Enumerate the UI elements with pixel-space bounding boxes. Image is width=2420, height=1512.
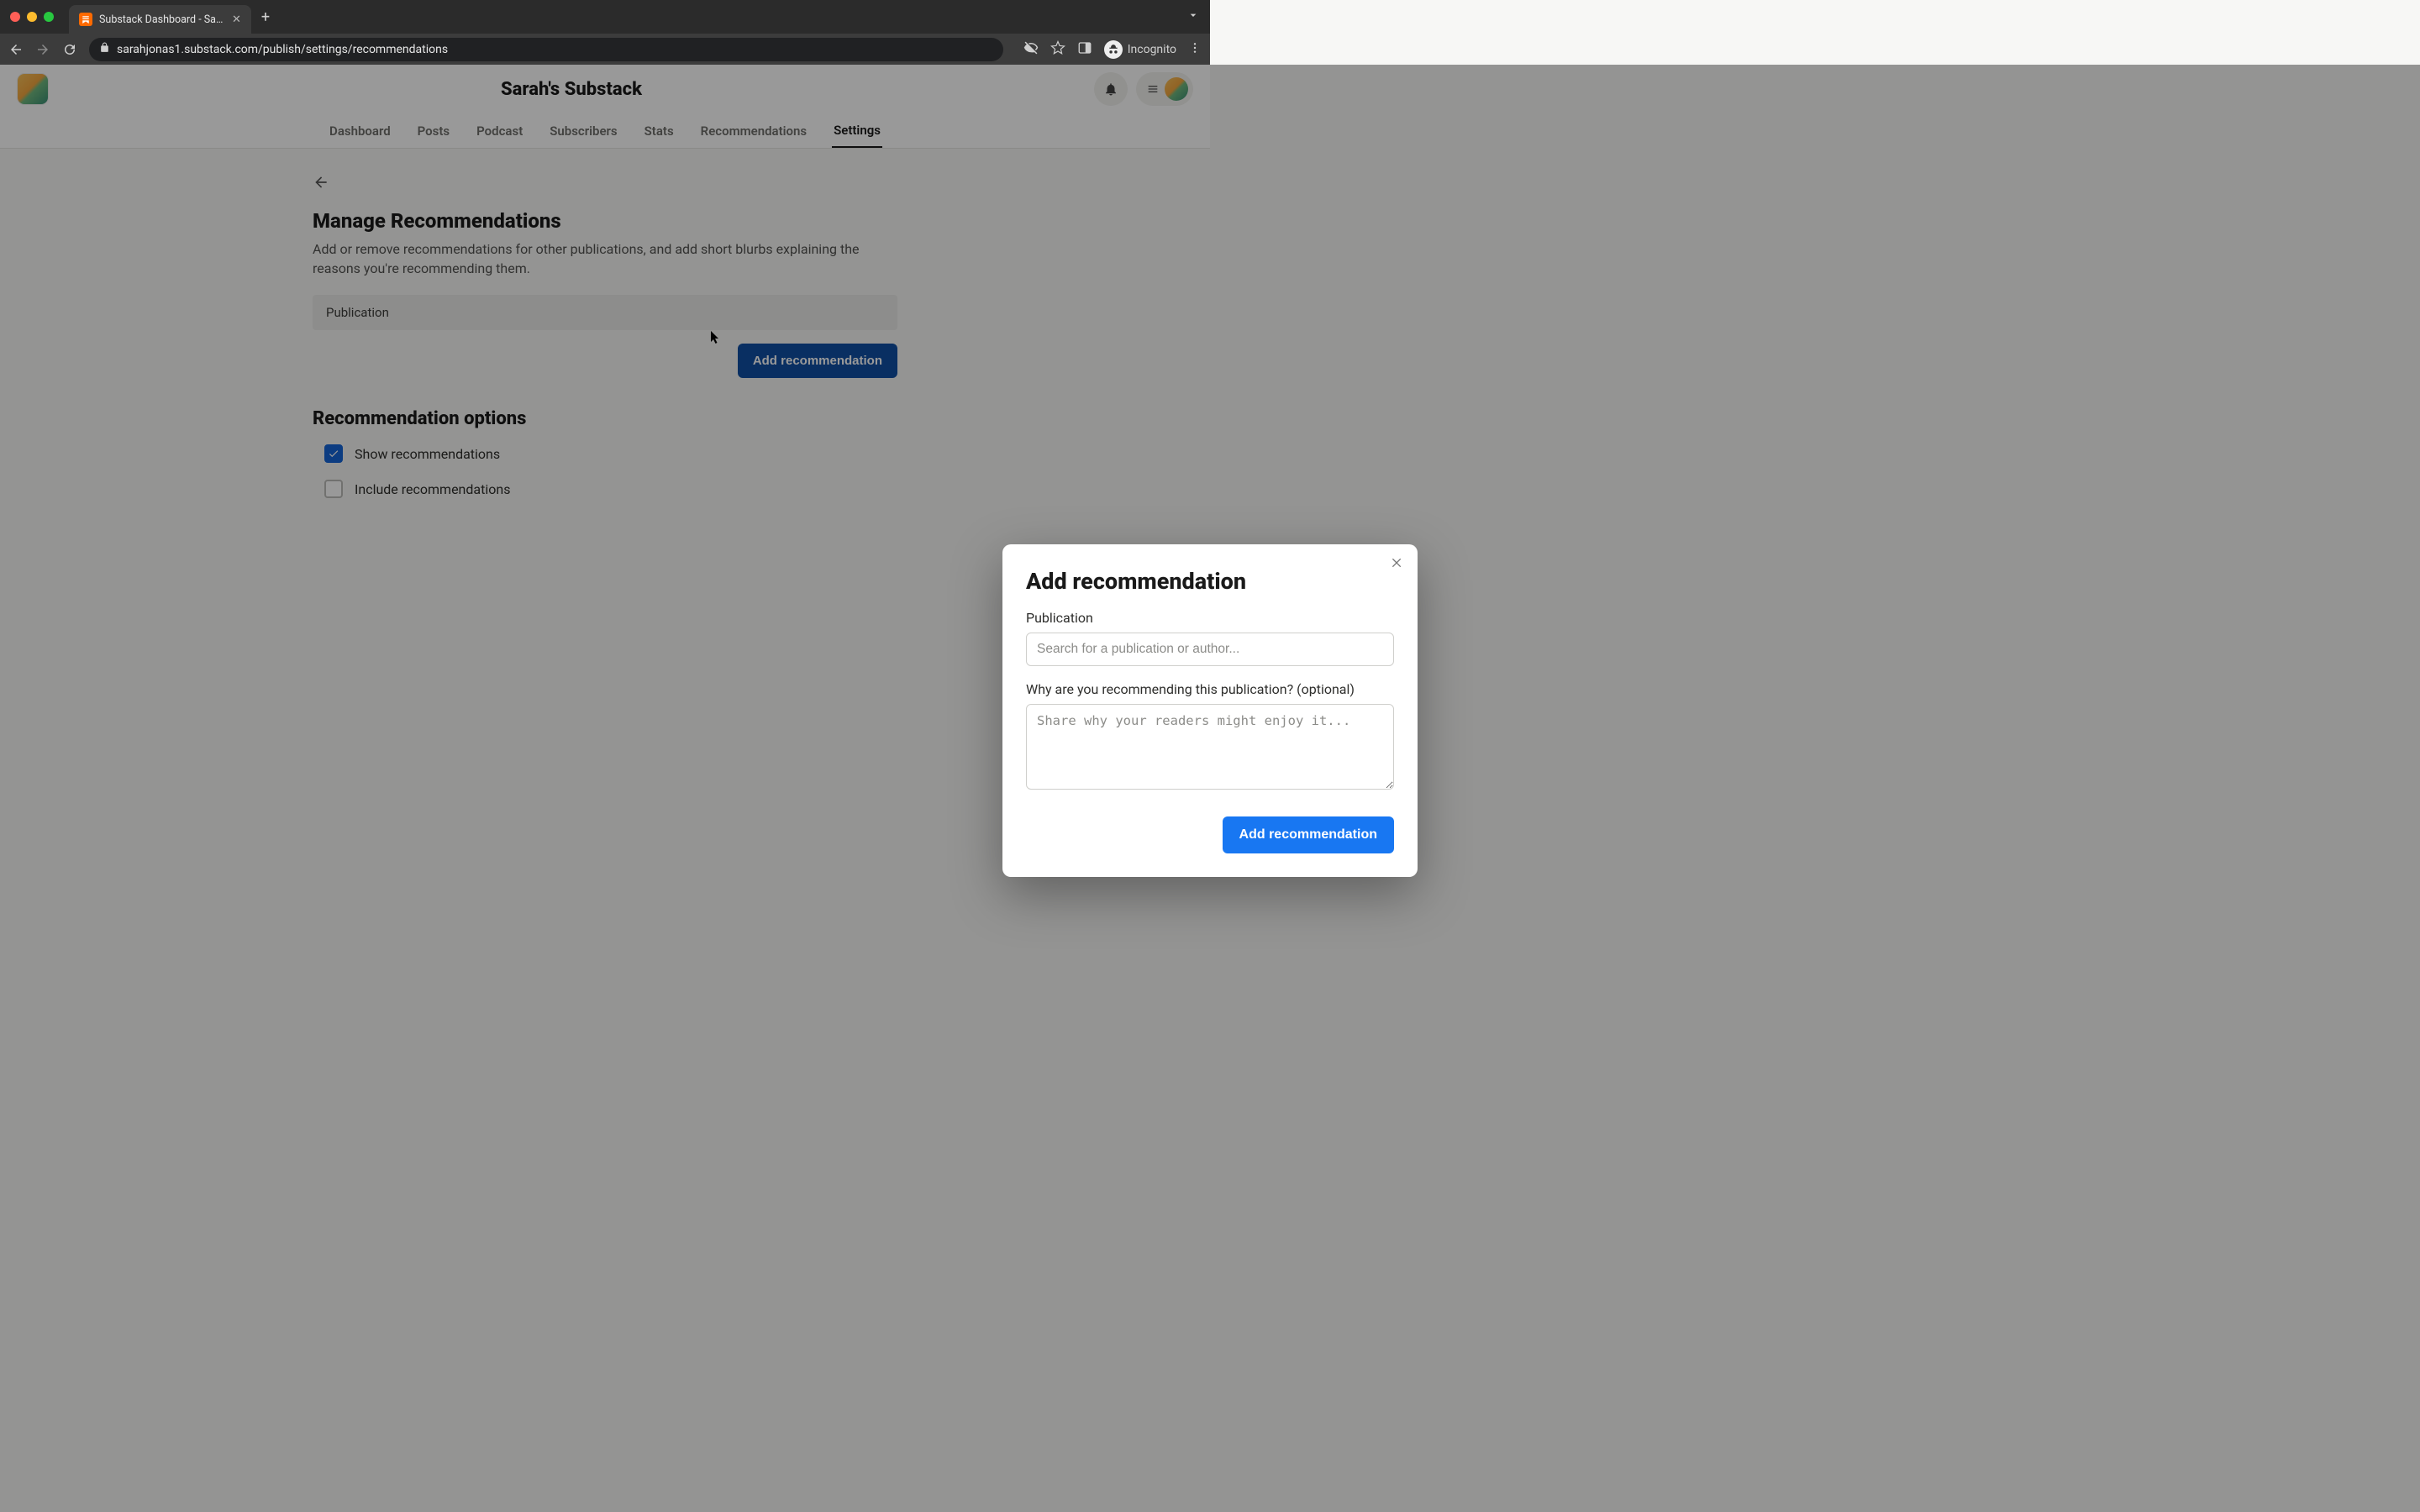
window-minimize-icon[interactable] (27, 12, 37, 22)
panel-icon[interactable] (1077, 40, 1092, 59)
incognito-label: Incognito (1128, 43, 1176, 56)
kebab-menu-icon[interactable] (1188, 41, 1202, 58)
modal-title: Add recommendation (1026, 568, 1394, 595)
address-bar[interactable]: sarahjonas1.substack.com/publish/setting… (89, 38, 1003, 61)
incognito-badge[interactable]: Incognito (1104, 40, 1176, 59)
toolbar-right: Incognito (1023, 40, 1202, 59)
browser-chrome: Substack Dashboard - Sarah's ✕ + sarahjo… (0, 0, 1210, 65)
publication-field-label: Publication (1026, 610, 1394, 626)
modal-submit-button[interactable]: Add recommendation (1223, 816, 1394, 853)
reload-icon[interactable] (62, 42, 77, 57)
incognito-icon (1104, 40, 1123, 59)
address-bar-url: sarahjonas1.substack.com/publish/setting… (117, 43, 448, 56)
browser-toolbar: sarahjonas1.substack.com/publish/setting… (0, 34, 1210, 65)
publication-search-input[interactable] (1026, 633, 1394, 666)
window-controls (10, 12, 54, 22)
forward-icon[interactable] (35, 42, 50, 57)
browser-tab-title: Substack Dashboard - Sarah's (99, 13, 225, 26)
window-close-icon[interactable] (10, 12, 20, 22)
substack-favicon-icon (79, 13, 92, 26)
tabs-overflow-icon[interactable] (1186, 8, 1200, 25)
reason-textarea[interactable] (1026, 704, 1394, 790)
eye-off-icon[interactable] (1023, 40, 1039, 59)
add-recommendation-modal: Add recommendation Publication Why are y… (1002, 544, 1418, 877)
new-tab-button[interactable]: + (261, 8, 270, 26)
star-icon[interactable] (1050, 40, 1065, 59)
close-icon (1391, 556, 1404, 570)
back-icon[interactable] (8, 42, 24, 57)
browser-tab[interactable]: Substack Dashboard - Sarah's ✕ (69, 5, 251, 34)
reason-field-label: Why are you recommending this publicatio… (1026, 681, 1394, 697)
window-zoom-icon[interactable] (44, 12, 54, 22)
window-title-bar: Substack Dashboard - Sarah's ✕ + (0, 0, 1210, 34)
tab-close-icon[interactable]: ✕ (232, 13, 241, 26)
lock-icon (99, 42, 110, 56)
modal-close-button[interactable] (1391, 556, 1404, 574)
